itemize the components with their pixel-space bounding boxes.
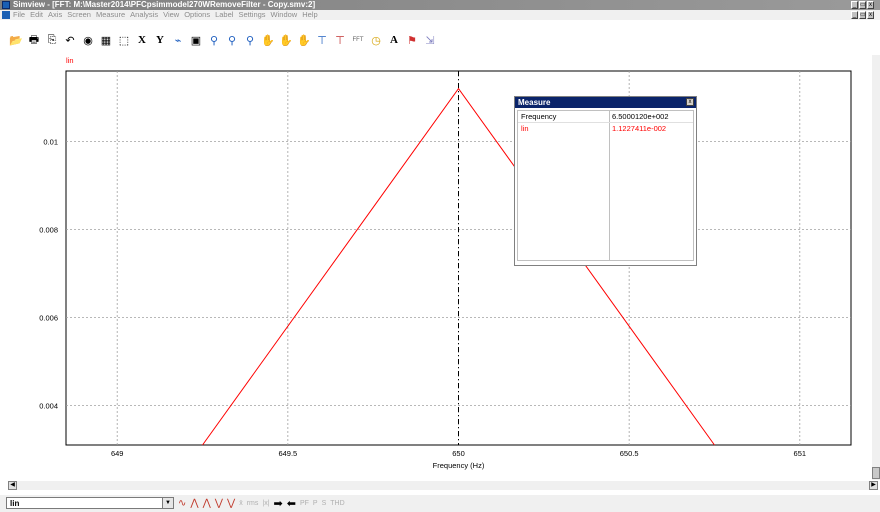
- y-tick-label: 0.006: [39, 313, 58, 322]
- abs-icon[interactable]: |x|: [262, 500, 269, 507]
- pf-button[interactable]: PF: [300, 500, 309, 507]
- timer-icon[interactable]: ◷: [368, 32, 384, 48]
- measure-icon[interactable]: ⊤: [314, 32, 330, 48]
- menu-item-settings[interactable]: Settings: [238, 10, 265, 20]
- measure-close-icon[interactable]: x: [686, 98, 694, 106]
- x-tick-label: 651: [794, 449, 807, 458]
- arrow-right-icon[interactable]: ➡: [274, 497, 283, 510]
- y-tick-label: 0.004: [39, 401, 58, 410]
- menu-item-analysis[interactable]: Analysis: [130, 10, 158, 20]
- x-tick-label: 649: [111, 449, 124, 458]
- measure-cursor-icon[interactable]: ⊤: [332, 32, 348, 48]
- copy-icon[interactable]: ⎘: [44, 32, 60, 48]
- rms-icon[interactable]: rms: [247, 500, 259, 507]
- zoom-icon[interactable]: ⚲: [206, 32, 222, 48]
- zoom-out-icon[interactable]: ⚲: [242, 32, 258, 48]
- marker-icon[interactable]: ⚑: [404, 32, 420, 48]
- doc-close-icon[interactable]: x: [867, 11, 874, 19]
- maximize-icon[interactable]: ▭: [859, 1, 866, 9]
- x-axis-button[interactable]: X: [134, 32, 150, 48]
- s-button[interactable]: S: [322, 500, 327, 507]
- menu-item-label[interactable]: Label: [215, 10, 233, 20]
- text-button[interactable]: A: [386, 32, 402, 48]
- menu-item-view[interactable]: View: [163, 10, 179, 20]
- scroll-right-icon[interactable]: ▶: [869, 481, 878, 490]
- measure-row-label: lin: [521, 124, 529, 133]
- fft-button[interactable]: FFT: [350, 32, 366, 48]
- measure-title: Measure: [515, 97, 696, 108]
- doc-maximize-icon[interactable]: ▭: [859, 11, 866, 19]
- sine-icon[interactable]: ∿: [178, 498, 186, 509]
- arrow-left-icon[interactable]: ⬅: [287, 497, 296, 510]
- close-icon[interactable]: x: [867, 1, 874, 9]
- bottom-toolbar: lin ▼ ∿ ⋀ ⋀ ⋁ ⋁ x̄ rms |x| ➡ ⬅ PF P S TH…: [0, 495, 880, 512]
- vertical-scrollbar[interactable]: [872, 55, 880, 480]
- horizontal-scrollbar[interactable]: ◀ ▶: [8, 481, 878, 490]
- variable-select[interactable]: lin ▼: [6, 497, 174, 509]
- waveform-chart[interactable]: 649 649.5 650 650.5 651 0.004 0.006 0.008 0.01 li…: [0, 55, 872, 480]
- measure-row: Frequency 6.5000120e+002: [518, 111, 693, 123]
- x-tick-label: 650: [452, 449, 465, 458]
- menu-item-file[interactable]: File: [13, 10, 25, 20]
- app-icon[interactable]: [2, 1, 10, 9]
- variable-select-value: lin: [10, 499, 20, 508]
- toolbar: 📂 🖶 ⎘ ↶ ◉ ▦ ⬚ X Y ⌁ ▣ ⚲ ⚲ ⚲ ✋ ✋ ✋ ⊤ ⊤ FF…: [0, 31, 488, 49]
- valley-icon[interactable]: ⋁: [227, 498, 235, 509]
- window-title: Simview - [FFT: M:\Master2014\PFCpsimmod…: [13, 0, 316, 9]
- y-tick-label: 0.01: [43, 137, 58, 146]
- scroll-left-icon[interactable]: ◀: [8, 481, 17, 490]
- vertical-scroll-thumb[interactable]: [872, 467, 880, 479]
- zoom-in-icon[interactable]: ⚲: [224, 32, 240, 48]
- analysis-icons: ∿ ⋀ ⋀ ⋁ ⋁ x̄ rms |x| ➡ ⬅ PF P S THD: [178, 496, 345, 510]
- menu-bar: File Edit Axis Screen Measure Analysis View Opt…: [0, 10, 880, 20]
- undo-icon[interactable]: ↶: [62, 32, 78, 48]
- min-icon[interactable]: ⋁: [215, 498, 223, 509]
- open-icon[interactable]: 📂: [8, 32, 24, 48]
- menu-item-axis[interactable]: Axis: [48, 10, 62, 20]
- x-tick-label: 650.5: [620, 449, 639, 458]
- menu-item-window[interactable]: Window: [271, 10, 298, 20]
- chart-icon[interactable]: ⌁: [170, 32, 186, 48]
- measure-row-value: 1.1227411e-002: [612, 124, 667, 133]
- menu-items: File Edit Axis Screen Measure Analysis View Opt…: [13, 10, 318, 20]
- export-icon[interactable]: ⇲: [422, 32, 438, 48]
- pan-x-icon[interactable]: ✋: [278, 32, 294, 48]
- thd-button[interactable]: THD: [330, 500, 344, 507]
- data-icon[interactable]: ◉: [80, 32, 96, 48]
- doc-minimize-icon[interactable]: _: [851, 11, 858, 19]
- x-axis-label: Frequency (Hz): [433, 461, 485, 470]
- chevron-down-icon[interactable]: ▼: [162, 498, 173, 508]
- minimize-icon[interactable]: _: [851, 1, 858, 9]
- average-icon[interactable]: x̄: [239, 500, 243, 507]
- title-bar: Simview - [FFT: M:\Master2014\PFCpsimmod…: [0, 0, 880, 10]
- menu-item-edit[interactable]: Edit: [30, 10, 43, 20]
- pointer-icon[interactable]: ⬚: [116, 32, 132, 48]
- plot-area[interactable]: 649 649.5 650 650.5 651 0.004 0.006 0.008 0.01 li…: [0, 55, 872, 480]
- menu-item-screen[interactable]: Screen: [67, 10, 91, 20]
- menu-item-options[interactable]: Options: [184, 10, 210, 20]
- print-icon[interactable]: 🖶: [26, 32, 42, 48]
- peak-icon[interactable]: ⋀: [203, 498, 211, 509]
- y-tick-label: 0.008: [39, 225, 58, 234]
- display-icon[interactable]: ▣: [188, 32, 204, 48]
- measure-table: Frequency 6.5000120e+002 lin 1.1227411e-…: [517, 110, 694, 261]
- x-tick-label: 649.5: [278, 449, 297, 458]
- p-button[interactable]: P: [313, 500, 318, 507]
- menu-item-measure[interactable]: Measure: [96, 10, 125, 20]
- measure-row: lin 1.1227411e-002: [518, 123, 693, 135]
- measure-window[interactable]: Measure x Frequency 6.5000120e+002 lin 1…: [514, 96, 697, 266]
- pan-y-icon[interactable]: ✋: [296, 32, 312, 48]
- menu-item-help[interactable]: Help: [302, 10, 317, 20]
- document-icon[interactable]: [2, 11, 10, 19]
- graph-icon[interactable]: ▦: [98, 32, 114, 48]
- pan-icon[interactable]: ✋: [260, 32, 276, 48]
- legend-label: lin: [66, 56, 74, 65]
- y-axis-button[interactable]: Y: [152, 32, 168, 48]
- max-icon[interactable]: ⋀: [190, 498, 198, 509]
